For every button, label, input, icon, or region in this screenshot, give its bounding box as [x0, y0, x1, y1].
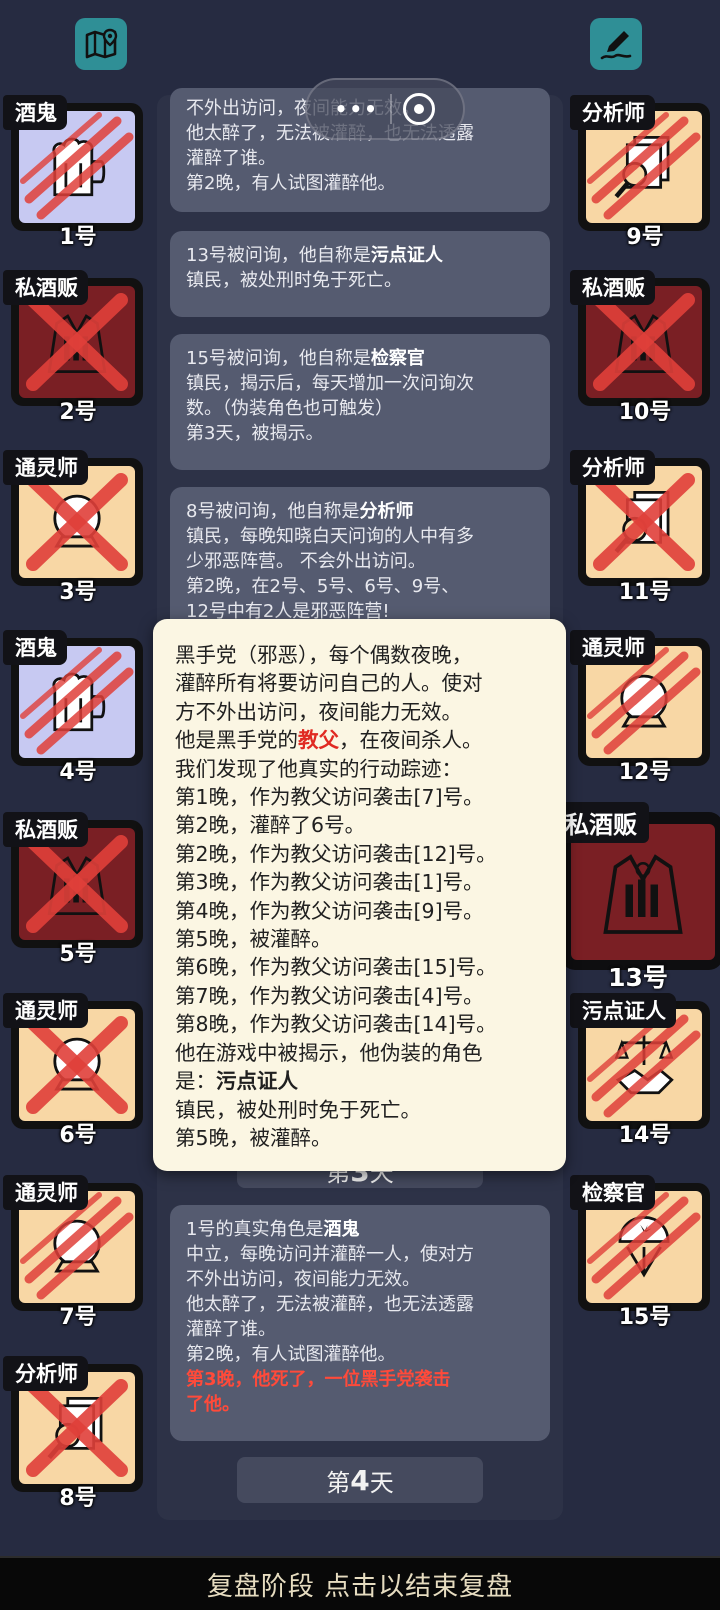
- mini-program-capsule[interactable]: •••: [305, 78, 465, 140]
- role-label: 通灵师: [570, 630, 655, 665]
- log-message: 13号被问询，他自称是污点证人 镇民，被处刑时免于死亡。: [170, 231, 550, 317]
- player-card-12[interactable]: 通灵师 12号: [570, 630, 710, 785]
- player-card-7[interactable]: 通灵师 7号: [3, 1175, 143, 1330]
- player-number: 9号: [626, 225, 664, 250]
- end-review-button[interactable]: 复盘阶段 点击以结束复盘: [0, 1556, 720, 1610]
- popup-text: 第5晚，被灌醉。: [175, 1125, 332, 1150]
- role-label: 通灵师: [3, 993, 88, 1028]
- player-card-3[interactable]: 通灵师 3号: [3, 450, 143, 605]
- role-label: 私酒贩: [553, 802, 649, 843]
- role-label: 通灵师: [3, 1175, 88, 1210]
- player-card-4[interactable]: 酒鬼 4号: [3, 630, 143, 785]
- player-card-11[interactable]: 分析师 11号: [570, 450, 710, 605]
- popup-text: 是：污点证人: [175, 1069, 298, 1094]
- player-card-15[interactable]: 检察官 15号: [570, 1175, 710, 1330]
- day-divider: 第4天: [237, 1457, 483, 1503]
- player-number: 4号: [59, 760, 97, 785]
- role-label: 检察官: [570, 1175, 655, 1210]
- player-number: 10号: [618, 400, 672, 425]
- notes-pen-icon: [600, 31, 632, 60]
- popup-text: 黑手党（邪恶），每个偶数夜晚，: [175, 643, 473, 667]
- player-card-13-selected[interactable]: 私酒贩 13号: [553, 802, 720, 992]
- player-card-6[interactable]: 通灵师 6号: [3, 993, 143, 1148]
- role-label: 分析师: [570, 450, 655, 485]
- player-number: 3号: [59, 580, 97, 605]
- player-card-10[interactable]: 私酒贩 10号: [570, 270, 710, 425]
- action-entry: 第6晚，作为教父访问袭击[15]号。: [175, 955, 497, 980]
- role-label: 私酒贩: [3, 812, 88, 847]
- action-entry: 第4晚，作为教父访问袭击[9]号。: [175, 898, 484, 923]
- player-card-5[interactable]: 私酒贩 5号: [3, 812, 143, 967]
- player-card-1[interactable]: 酒鬼 1号: [3, 95, 143, 250]
- player-card-9[interactable]: 分析师 9号: [570, 95, 710, 250]
- player-number: 7号: [59, 1305, 97, 1330]
- role-label: 酒鬼: [3, 630, 67, 665]
- action-entry: 第3晚，作为教父访问袭击[1]号。: [175, 870, 484, 895]
- popup-text: 灌醉所有将要访问自己的人。使对: [175, 671, 483, 696]
- role-label: 分析师: [3, 1356, 88, 1391]
- popup-text: 他是黑手党的教父，在夜间杀人。: [175, 728, 483, 753]
- popup-text: 镇民，被处刑时免于死亡。: [175, 1097, 421, 1122]
- popup-text: 方不外出访问，夜间能力无效。: [175, 699, 462, 724]
- player-number: 13号: [608, 963, 668, 992]
- player-number: 11号: [618, 580, 672, 605]
- role-label: 酒鬼: [3, 95, 67, 130]
- bootlegger-coat-icon: [603, 854, 683, 934]
- role-label: 私酒贩: [570, 270, 655, 305]
- more-menu-icon[interactable]: •••: [335, 97, 379, 121]
- player-number: 5号: [59, 942, 97, 967]
- action-entry: 第2晚，灌醉了6号。: [175, 813, 366, 838]
- action-entry: 第8晚，作为教父访问袭击[14]号。: [175, 1012, 497, 1037]
- role-label: 私酒贩: [3, 270, 88, 305]
- player-number: 1号: [59, 225, 97, 250]
- action-entry: 第7晚，作为教父访问袭击[4]号。: [175, 983, 484, 1008]
- player-number: 15号: [618, 1305, 672, 1330]
- action-entry: 第5晚，被灌醉。: [175, 927, 332, 952]
- player-card-14[interactable]: 污点证人 14号: [570, 993, 710, 1148]
- player-number: 6号: [59, 1123, 97, 1148]
- role-label: 分析师: [570, 95, 655, 130]
- log-message: 15号被问询，他自称是检察官 镇民，揭示后，每天增加一次问询次 数。（伪装角色也…: [170, 334, 550, 470]
- close-mini-program-icon[interactable]: [403, 93, 436, 125]
- true-role-highlight: 教父: [298, 728, 339, 753]
- role-label: 污点证人: [570, 993, 676, 1028]
- disguise-role: 污点证人: [216, 1069, 298, 1094]
- map-button[interactable]: [75, 18, 127, 70]
- popup-text: 我们发现了他真实的行动踪迹：: [175, 756, 462, 781]
- player-number: 8号: [59, 1486, 97, 1511]
- player-number: 12号: [618, 760, 672, 785]
- map-pin-icon: [85, 28, 118, 59]
- action-entry: 第1晚，作为教父访问袭击[7]号。: [175, 785, 484, 810]
- action-entry: 第2晚，作为教父访问袭击[12]号。: [175, 841, 497, 866]
- capsule-divider: [390, 94, 393, 124]
- player-card-8[interactable]: 分析师 8号: [3, 1356, 143, 1511]
- player-number: 2号: [59, 400, 97, 425]
- popup-text: 他在游戏中被揭示，他伪装的角色: [175, 1040, 483, 1065]
- role-label: 通灵师: [3, 450, 88, 485]
- player-number: 14号: [618, 1123, 672, 1148]
- player-card-2[interactable]: 私酒贩 2号: [3, 270, 143, 425]
- player-detail-popup[interactable]: 黑手党（邪恶），每个偶数夜晚， 灌醉所有将要访问自己的人。使对 方不外出访问，夜…: [153, 619, 566, 1171]
- notes-button[interactable]: [590, 18, 642, 70]
- log-message: 1号的真实角色是酒鬼 中立，每晚访问并灌醉一人，使对方 不外出访问，夜间能力无效…: [170, 1205, 550, 1441]
